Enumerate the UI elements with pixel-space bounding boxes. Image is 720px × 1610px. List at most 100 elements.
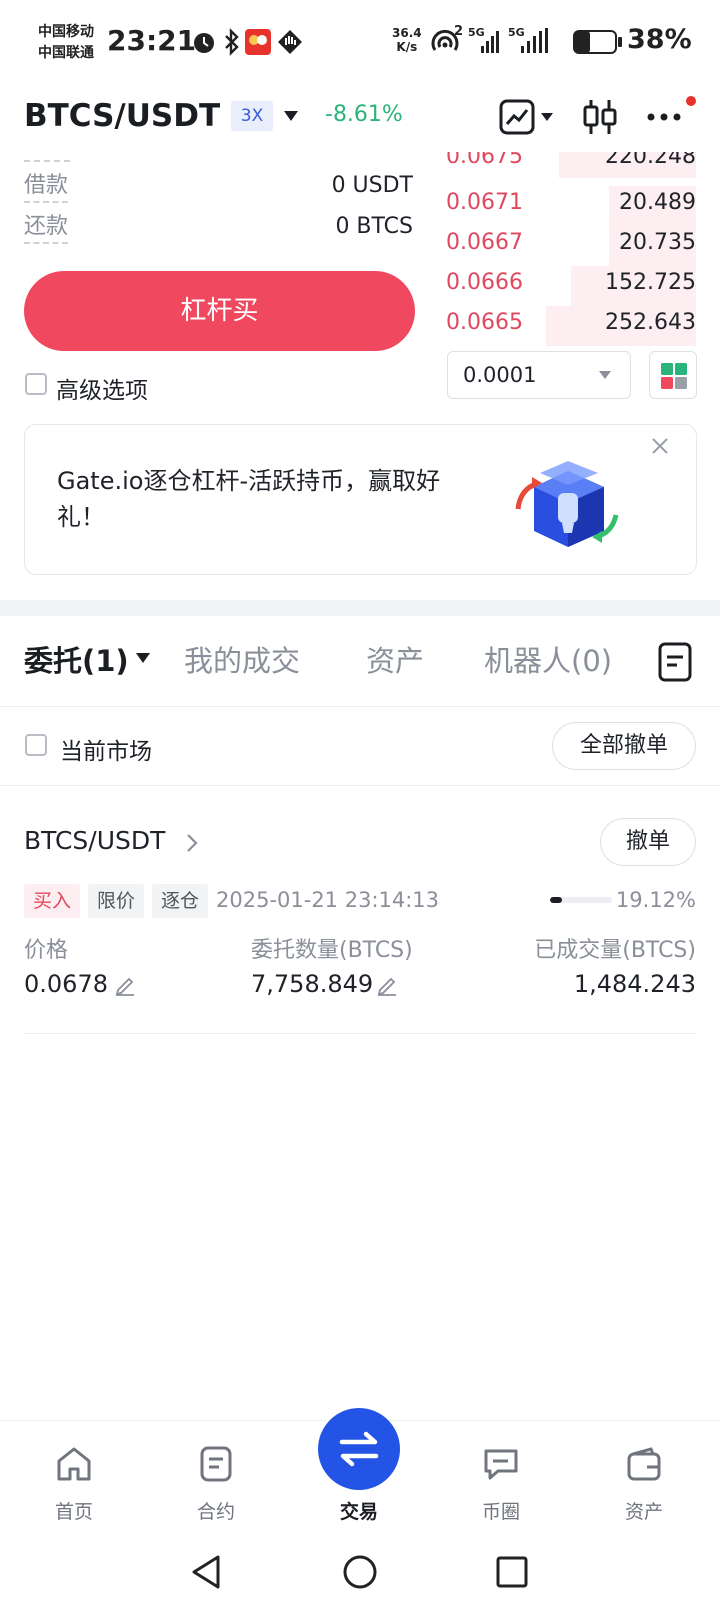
divider: [0, 706, 720, 707]
nav-home-label: 首页: [54, 1501, 93, 1523]
book-layout-button[interactable]: [649, 351, 697, 399]
chart-dropdown-icon[interactable]: [540, 112, 554, 122]
divider: [24, 1033, 696, 1034]
repay-value: 0 BTCS: [335, 214, 413, 239]
trade-header: BTCS/USDT 3X -8.61%: [0, 84, 720, 158]
cancel-all-button[interactable]: 全部撤单: [552, 722, 696, 770]
margin-mode-tag: 逐仓: [152, 884, 209, 918]
notification-dot: [686, 96, 696, 106]
nav-assets-label: 资产: [624, 1501, 663, 1523]
current-market-label[interactable]: 当前市场: [60, 732, 152, 766]
ask-price: 0.0675: [446, 152, 523, 169]
tab-my-trades[interactable]: 我的成交: [184, 638, 300, 680]
ask-qty: 20.735: [619, 230, 696, 255]
edit-price-icon[interactable]: [114, 974, 136, 996]
cancel-order-button[interactable]: 撤单: [600, 818, 696, 866]
nav-assets[interactable]: 资产: [584, 1421, 704, 1525]
fill-progress-bar: [550, 897, 612, 903]
ask-row[interactable]: 0.0666 152.725: [446, 266, 696, 306]
divider: [0, 785, 720, 786]
nav-futures[interactable]: 合约: [156, 1421, 276, 1525]
ask-qty: 220.248: [605, 152, 696, 169]
ask-price: 0.0665: [446, 310, 523, 335]
ask-row[interactable]: 0.0675 220.248: [446, 152, 696, 178]
precision-value: 0.0001: [463, 363, 537, 387]
bluetooth-icon: [225, 28, 239, 56]
futures-icon: [200, 1446, 232, 1482]
more-icon[interactable]: [646, 112, 682, 122]
borrow-value: 0 USDT: [331, 173, 413, 198]
ask-price: 0.0666: [446, 270, 523, 295]
promo-banner[interactable]: Gate.io逐仓杠杆-活跃持币，赢取好礼！: [24, 424, 697, 575]
ask-qty: 252.643: [605, 310, 696, 335]
tab-orders[interactable]: 委托(1): [24, 638, 129, 680]
fill-progress-fill: [550, 897, 562, 903]
home-button-icon[interactable]: [342, 1554, 378, 1590]
ask-row[interactable]: 0.0665 252.643: [446, 306, 696, 346]
price-label: 价格: [24, 938, 69, 963]
clock: 23:21: [107, 24, 197, 57]
swap-icon: [339, 1431, 379, 1467]
clipped-row-edge: [24, 158, 70, 162]
trade-fab-button[interactable]: [318, 1408, 400, 1490]
repay-label[interactable]: 还款: [24, 212, 69, 244]
order-pair[interactable]: BTCS/USDT: [24, 826, 165, 855]
nav-futures-label: 合约: [196, 1501, 235, 1523]
tab-assets[interactable]: 资产: [366, 638, 424, 680]
chevron-right-icon[interactable]: [186, 833, 198, 853]
section-divider: [0, 600, 720, 616]
ask-qty: 152.725: [605, 270, 696, 295]
chevron-down-icon: [599, 371, 611, 379]
order-time: 2025-01-21 23:14:13: [216, 888, 440, 912]
order-amount: 7,758.849: [251, 970, 374, 998]
trophy-box-illustration-icon: [515, 461, 619, 547]
order-history-icon[interactable]: [658, 642, 692, 682]
fill-percent: 19.12%: [615, 888, 696, 912]
net-speed: 36.4 K/s: [392, 26, 422, 54]
battery-tip: [618, 37, 622, 47]
edit-amount-icon[interactable]: [376, 974, 398, 996]
side-tag: 买入: [24, 884, 81, 918]
wallet-icon: [627, 1447, 661, 1481]
nav-moments[interactable]: 币圈: [441, 1421, 561, 1525]
alarm-icon: [194, 33, 214, 53]
leverage-badge[interactable]: 3X: [231, 101, 273, 131]
carrier-1: 中国移动: [38, 24, 94, 40]
gesture-icon: [278, 30, 302, 54]
signal-1-icon: [481, 31, 499, 53]
chart-line-icon[interactable]: [498, 98, 536, 136]
pair-dropdown-icon[interactable]: [283, 110, 299, 122]
order-price: 0.0678: [24, 970, 108, 998]
precision-select[interactable]: 0.0001: [447, 351, 631, 399]
promo-text: Gate.io逐仓杠杆-活跃持币，赢取好礼！: [57, 467, 441, 531]
status-bar: 中国移动 中国联通 23:21 36.4 K/s 2 5G 5G 38%: [0, 0, 720, 84]
advanced-options-label[interactable]: 高级选项: [56, 371, 148, 405]
carrier-2: 中国联通: [38, 45, 94, 61]
ask-row[interactable]: 0.0671 20.489: [446, 186, 696, 226]
advanced-options-checkbox[interactable]: [25, 373, 47, 395]
battery-percent: 38%: [627, 24, 692, 55]
borrow-label[interactable]: 借款: [24, 171, 69, 203]
layout-toggle-icon: [661, 363, 687, 389]
order-filled: 1,484.243: [573, 970, 696, 998]
tab-bots[interactable]: 机器人(0): [484, 638, 612, 680]
ask-price: 0.0671: [446, 190, 523, 215]
current-market-checkbox[interactable]: [25, 734, 47, 756]
recents-icon[interactable]: [496, 1556, 528, 1588]
candlestick-icon[interactable]: [582, 98, 618, 136]
ask-price: 0.0667: [446, 230, 523, 255]
pair-title[interactable]: BTCS/USDT: [24, 98, 220, 134]
amount-label: 委托数量(BTCS): [251, 938, 413, 963]
order-type-tag: 限价: [88, 884, 145, 918]
filled-label: 已成交量(BTCS): [534, 938, 696, 963]
margin-buy-button[interactable]: 杠杆买: [24, 271, 415, 351]
chat-icon: [484, 1449, 518, 1480]
app-notification-icon: [245, 29, 271, 55]
back-icon[interactable]: [190, 1554, 222, 1590]
close-icon[interactable]: [651, 437, 669, 455]
tab-orders-dropdown-icon[interactable]: [135, 652, 151, 664]
battery-icon: [573, 30, 617, 54]
ask-row[interactable]: 0.0667 20.735: [446, 226, 696, 266]
nav-home[interactable]: 首页: [14, 1421, 134, 1525]
home-icon: [57, 1447, 91, 1481]
